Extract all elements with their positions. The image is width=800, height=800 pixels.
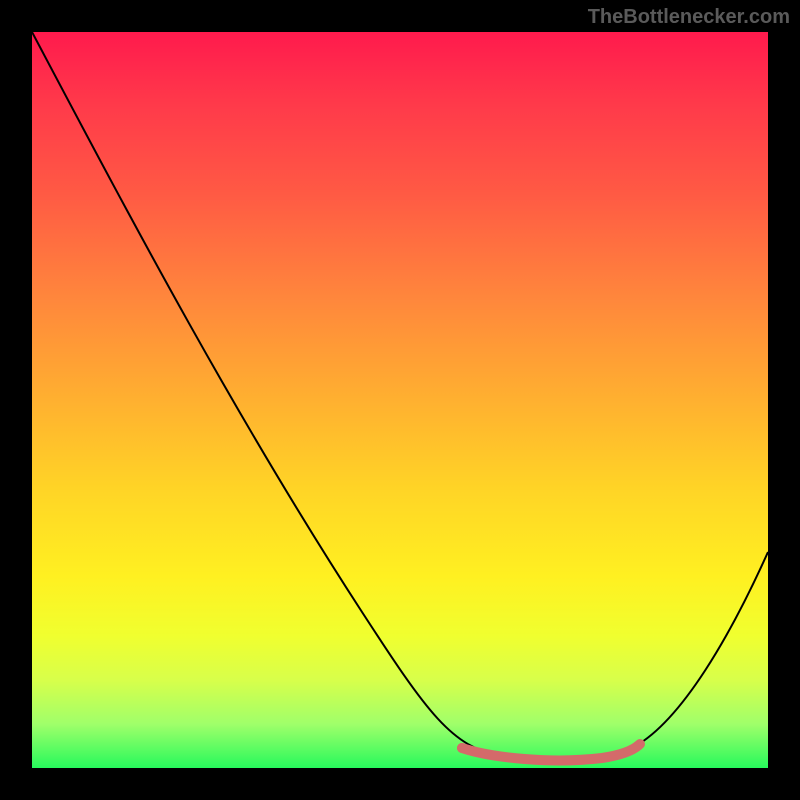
watermark-text: TheBottlenecker.com [588, 6, 790, 29]
chart-plot-area [32, 32, 768, 768]
chart-background-gradient [32, 32, 768, 768]
